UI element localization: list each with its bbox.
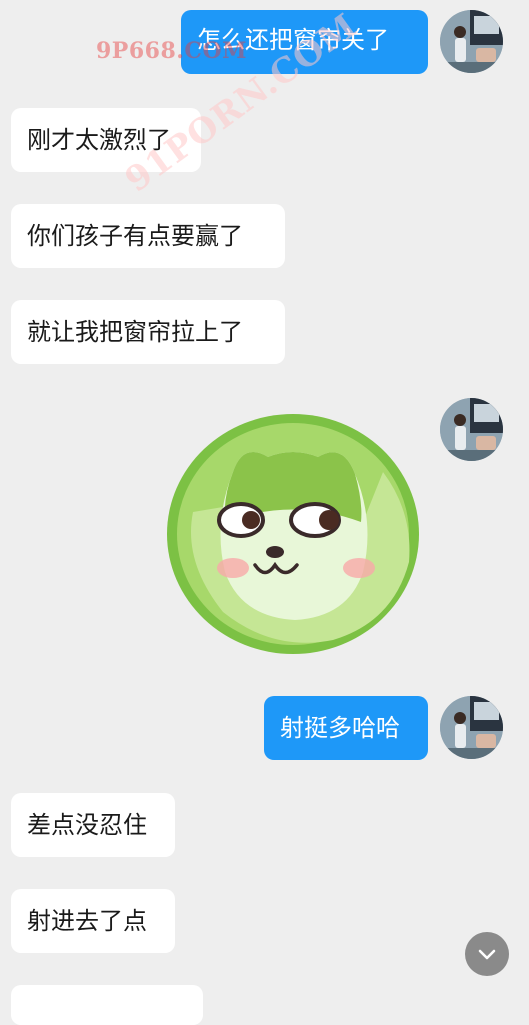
- incoming-message[interactable]: 你们孩子有点要赢了: [11, 204, 285, 268]
- message-text: 差点没忍住: [27, 811, 147, 839]
- avatar[interactable]: [440, 696, 503, 759]
- avatar[interactable]: [440, 398, 503, 461]
- avatar-photo: [440, 696, 503, 759]
- message-text: 射进去了点: [27, 907, 147, 935]
- watermark-top: 9P668.COM: [96, 38, 247, 64]
- message-text: 射挺多哈哈: [280, 714, 400, 742]
- message-text: 就让我把窗帘拉上了: [27, 318, 243, 346]
- avatar-photo: [440, 10, 503, 73]
- cabbage-dog-sticker[interactable]: [163, 402, 423, 660]
- chevron-down-icon: [478, 949, 496, 960]
- incoming-message[interactable]: 射进去了点: [11, 889, 175, 953]
- avatar-photo: [440, 398, 503, 461]
- incoming-message[interactable]: 差点没忍住: [11, 793, 175, 857]
- outgoing-message[interactable]: 射挺多哈哈: [264, 696, 428, 760]
- message-text: 你们孩子有点要赢了: [27, 222, 243, 250]
- incoming-message[interactable]: 就让我把窗帘拉上了: [11, 300, 285, 364]
- scroll-down-button[interactable]: [465, 932, 509, 976]
- avatar[interactable]: [440, 10, 503, 73]
- incoming-message-partial[interactable]: [11, 985, 203, 1025]
- sticker-image: [167, 414, 419, 654]
